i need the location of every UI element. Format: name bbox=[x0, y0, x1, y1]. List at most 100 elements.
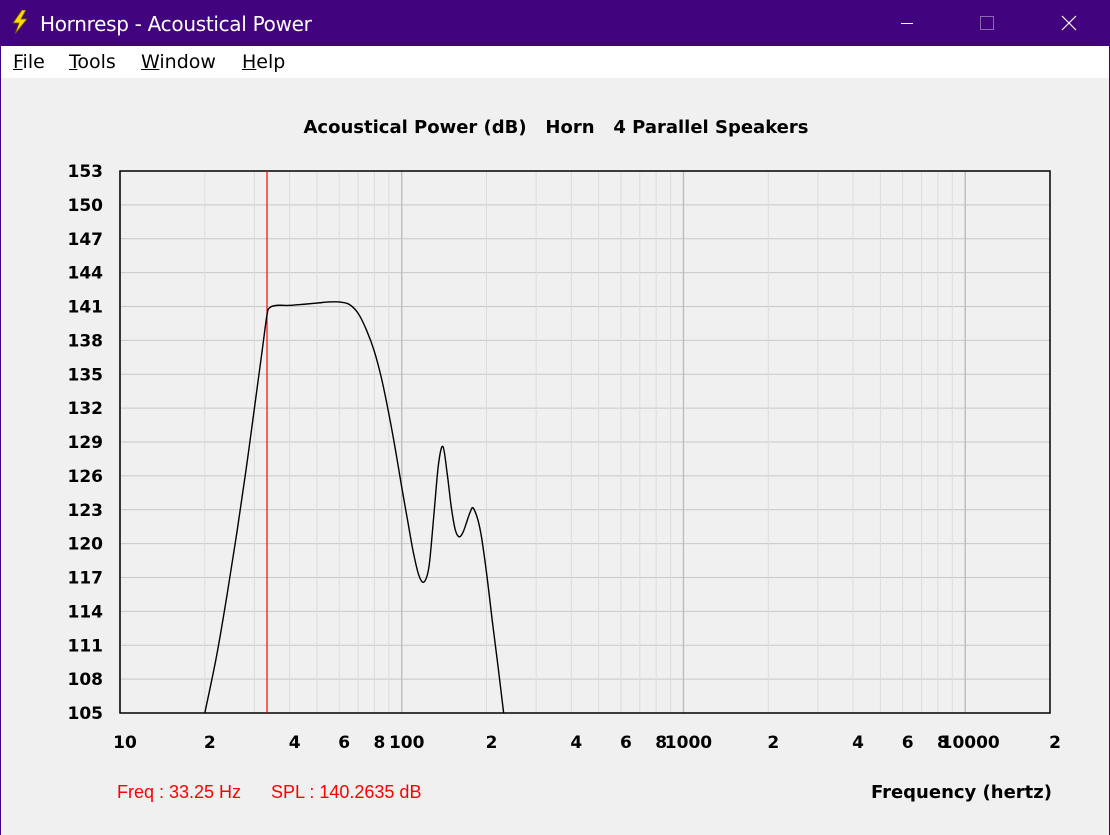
data-point bbox=[462, 531, 464, 533]
data-point bbox=[357, 312, 359, 314]
y-tick-label: 138 bbox=[68, 331, 104, 351]
y-tick-label: 129 bbox=[68, 433, 104, 453]
data-point bbox=[454, 529, 456, 531]
x-axis-ticks: 10 2 4 6 8 100 2 4 6 81000 2 4 6 810000 2 bbox=[113, 733, 1061, 753]
maximize-icon bbox=[980, 16, 994, 30]
x-tick-label: 4 bbox=[852, 733, 864, 753]
data-point bbox=[497, 667, 499, 669]
data-point bbox=[289, 304, 291, 306]
y-tick-label: 123 bbox=[68, 501, 104, 521]
y-tick-label: 105 bbox=[68, 704, 104, 724]
power-response-line bbox=[204, 301, 505, 714]
data-point bbox=[269, 307, 271, 309]
status-spl: SPL : 140.2635 dB bbox=[271, 782, 421, 802]
y-tick-label: 144 bbox=[68, 264, 104, 284]
window-title: Hornresp - Acoustical Power bbox=[40, 12, 312, 36]
x-tick-label: 10 bbox=[113, 733, 137, 753]
data-point bbox=[338, 301, 340, 303]
y-tick-label: 111 bbox=[68, 636, 104, 656]
chart-title: Acoustical Power (dB) Horn 4 Parallel Sp… bbox=[304, 117, 809, 138]
x-tick-label: 2 bbox=[486, 733, 498, 753]
x-tick-label: 6 bbox=[338, 733, 350, 753]
data-point bbox=[407, 520, 409, 522]
data-point bbox=[437, 463, 440, 466]
data-point bbox=[450, 506, 452, 509]
data-point bbox=[418, 574, 420, 576]
menu-window[interactable]: Window bbox=[141, 51, 216, 73]
x-tick-label: 8 bbox=[374, 733, 386, 753]
data-point bbox=[433, 514, 435, 516]
x-tick-label: 4 bbox=[570, 733, 582, 753]
lightning-bolt-icon bbox=[12, 10, 28, 34]
data-point bbox=[458, 536, 460, 538]
data-point bbox=[303, 303, 305, 305]
data-point bbox=[381, 379, 383, 381]
data-point bbox=[401, 486, 403, 488]
y-tick-label: 150 bbox=[68, 196, 104, 216]
data-point bbox=[473, 508, 475, 510]
data-point bbox=[469, 511, 471, 513]
x-tick-label: 2 bbox=[767, 733, 779, 753]
data-point bbox=[479, 529, 481, 531]
data-point bbox=[316, 302, 318, 304]
maximize-button[interactable] bbox=[960, 0, 1014, 46]
close-icon bbox=[1061, 15, 1077, 31]
data-point bbox=[266, 314, 268, 316]
data-point bbox=[261, 348, 263, 351]
data-point bbox=[365, 329, 368, 331]
y-tick-label: 141 bbox=[68, 298, 104, 318]
data-point bbox=[503, 712, 505, 714]
data-point bbox=[466, 521, 468, 523]
data-point bbox=[373, 351, 376, 353]
y-tick-label: 114 bbox=[68, 602, 104, 622]
data-point bbox=[485, 572, 488, 574]
data-point bbox=[428, 565, 430, 567]
menu-tools[interactable]: Tools bbox=[69, 51, 116, 73]
data-point bbox=[215, 655, 218, 658]
acoustical-power-chart[interactable]: Acoustical Power (dB) Horn 4 Parallel Sp… bbox=[0, 78, 1110, 835]
data-point bbox=[388, 413, 390, 415]
data-point bbox=[236, 531, 238, 533]
data-point bbox=[423, 581, 425, 583]
data-point bbox=[442, 445, 444, 448]
y-tick-label: 135 bbox=[68, 365, 104, 385]
y-tick-label: 153 bbox=[68, 162, 104, 182]
menu-file[interactable]: File bbox=[13, 51, 45, 73]
x-tick-label: 100 bbox=[389, 733, 425, 753]
data-point bbox=[394, 449, 397, 451]
data-point bbox=[327, 301, 330, 303]
data-point bbox=[253, 407, 256, 409]
x-tick-label: 2 bbox=[1049, 733, 1061, 753]
x-tick-label: 4 bbox=[289, 733, 301, 753]
minimize-icon bbox=[901, 23, 913, 24]
menu-help[interactable]: Help bbox=[242, 51, 285, 73]
close-button[interactable] bbox=[1042, 0, 1096, 46]
x-tick-label: 10000 bbox=[941, 733, 1000, 753]
data-point bbox=[276, 304, 278, 306]
y-tick-label: 126 bbox=[68, 467, 104, 487]
minimize-button[interactable] bbox=[880, 0, 934, 46]
menu-bar: File Tools Window Help bbox=[1, 46, 1109, 78]
y-tick-label: 117 bbox=[68, 569, 104, 589]
y-tick-label: 132 bbox=[68, 399, 104, 419]
y-axis-ticks: 153 150 147 144 141 138 135 132 129 126 123 120 117 1… bbox=[68, 162, 104, 724]
y-tick-label: 147 bbox=[68, 230, 104, 250]
x-tick-label: 6 bbox=[902, 733, 914, 753]
chart-grid bbox=[119, 170, 1051, 714]
data-point bbox=[491, 622, 494, 624]
y-tick-label: 120 bbox=[68, 535, 104, 555]
data-point bbox=[348, 303, 350, 305]
data-point bbox=[446, 473, 448, 475]
data-point bbox=[412, 552, 414, 554]
chart-series bbox=[204, 301, 505, 714]
status-freq: Freq : 33.25 Hz bbox=[117, 782, 241, 802]
title-bar: Hornresp - Acoustical Power bbox=[0, 0, 1110, 46]
x-tick-label: 2 bbox=[204, 733, 216, 753]
data-point bbox=[204, 712, 206, 714]
x-axis-label: Frequency (hertz) bbox=[871, 782, 1052, 803]
data-point bbox=[226, 593, 228, 596]
y-tick-label: 108 bbox=[68, 670, 104, 690]
x-tick-label: 1000 bbox=[665, 733, 712, 753]
x-tick-label: 6 bbox=[620, 733, 632, 753]
data-point bbox=[245, 469, 247, 471]
